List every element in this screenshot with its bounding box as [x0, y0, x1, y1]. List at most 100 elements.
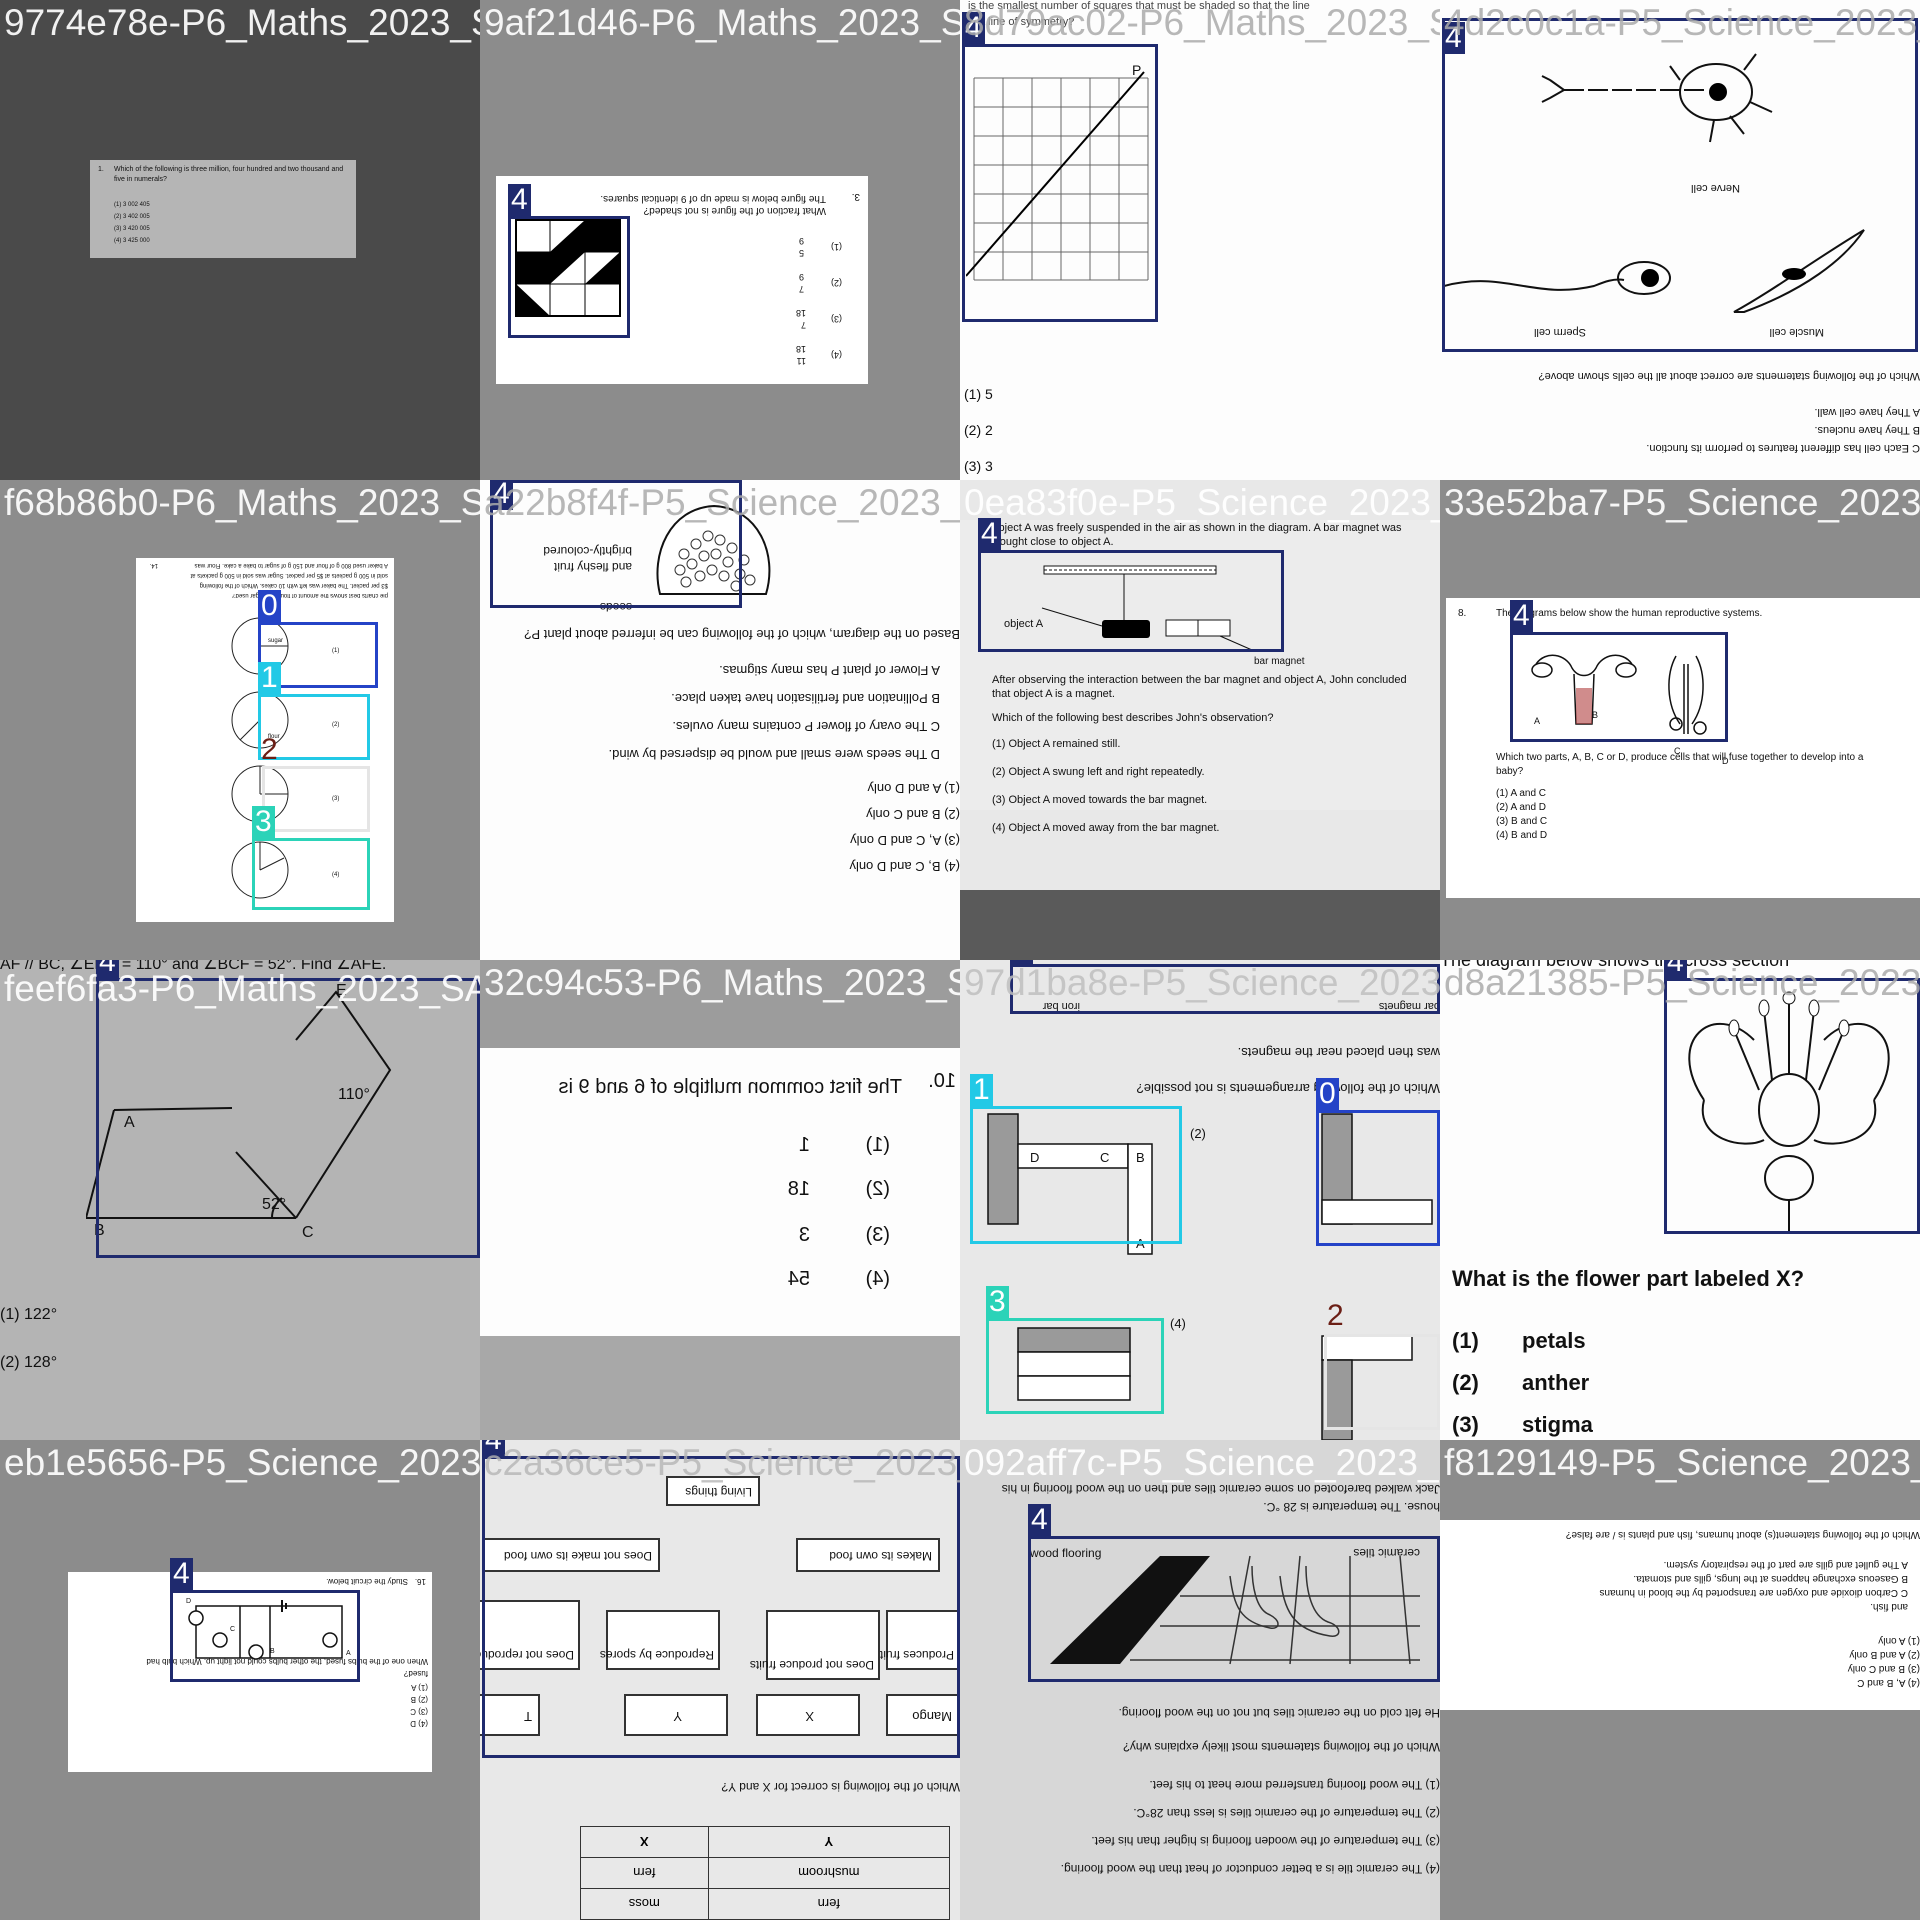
detection-box [1316, 1110, 1440, 1246]
tile-id: 9af21d46-P6_Maths_2023_SA2 [484, 2, 960, 43]
answer-table: fern moss mushroom fern YX [580, 1824, 950, 1920]
tile-id: 33e52ba7-P5_Science_2023_SA2 [1444, 482, 1920, 523]
option: (3) 3 [964, 458, 993, 474]
question-stem: What is the flower part labeled X? [1452, 1266, 1805, 1291]
detection-box [986, 1318, 1164, 1414]
tile-science-classification: c2a36ce5-P5_Science_2023_SA2 Living thin… [480, 1440, 960, 1920]
option: (2) 128° [0, 1354, 58, 1371]
option: (1) 5 [964, 386, 993, 402]
question-stem: is the smallest number of squares that m… [968, 0, 1310, 12]
margin-strip [480, 960, 960, 1048]
detection-label: 4 [508, 184, 531, 216]
tile-id: 0ea83f0e-P5_Science_2023_SA2 [964, 482, 1440, 523]
option: stigma [1522, 1412, 1593, 1437]
image-mosaic: 9774e78e-P6_Maths_2023_SA2_Raffles_Girls… [0, 0, 1920, 1920]
tile-science-reproductive: 33e52ba7-P5_Science_2023_SA2 8. The diag… [1440, 480, 1920, 960]
detection-label: 2 [1327, 1299, 1344, 1332]
statement: C The ovary of flower P contains many ov… [672, 719, 940, 734]
detection-label: 4 [1442, 22, 1465, 54]
option: (2) 3 402 005 [114, 214, 150, 220]
detection-box [508, 216, 630, 338]
detection-box [1010, 964, 1440, 1014]
detection-label: 4 [482, 1440, 505, 1456]
tile-id: eb1e5656-P5_Science_2023_SA2 [4, 1442, 480, 1483]
question-text-flipped: was then placed near the magnets. Which … [960, 1034, 1441, 1104]
statement: D The seeds were small and would be disp… [608, 747, 940, 762]
option: (4) The ceramic tile is a better conduct… [1060, 1862, 1440, 1876]
detection-label: 4 [170, 1558, 193, 1590]
option: (4) B and D [1496, 830, 1548, 841]
option: B They have nucleus. [1814, 424, 1920, 436]
diagram-label: bar magnet [1254, 656, 1305, 667]
observation: After observing the interaction between … [992, 674, 1407, 686]
question-stem: The diagrams below show the human reprod… [1496, 608, 1763, 619]
question-text-flipped: Which of the following statements are co… [1450, 362, 1920, 462]
tile-science-magnet: 0ea83f0e-P5_Science_2023_SA2 Object A wa… [960, 480, 1440, 960]
option-number: (4) [1170, 1316, 1186, 1331]
question-text: Which of the following is correct for X … [721, 1780, 960, 1794]
tile-science-respiration: f8129149-P5_Science_2023_SA2 Which of th… [1440, 1440, 1920, 1920]
question-text: baby? [1496, 766, 1524, 777]
option-number: (2) [1190, 1126, 1206, 1141]
option: (2) 2 [964, 422, 993, 438]
detection-label: 0 [258, 590, 281, 622]
question-stem: The figure below is made up of 9 identic… [600, 193, 826, 204]
tile-science-cells: 4d2c0c1a-P5_Science_2023_SA2 Nerve cell … [1440, 0, 1920, 480]
option: (3) B and C only [1847, 1663, 1920, 1674]
question-stem: five in numerals? [114, 176, 167, 183]
statement: B Pollination and fertilisation have tak… [671, 691, 940, 706]
detection-label: 3 [252, 806, 275, 838]
option: (3) A, C and D only [850, 833, 960, 848]
tile-science-circuit: eb1e5656-P5_Science_2023_SA2 16. Study t… [0, 1440, 480, 1920]
detection-box [978, 550, 1284, 652]
part-label: C [1674, 746, 1681, 756]
tile-maths-angles: feef6fa3-P6_Maths_2023_SA2 AF // BC, ∠ED… [0, 960, 480, 1440]
option: 18 [787, 1178, 810, 1200]
question-stem: What fraction of the figure is not shade… [643, 205, 826, 216]
detection-box [482, 1456, 960, 1758]
statement: B Gaseous exchange happens at the lungs,… [1633, 1573, 1908, 1584]
tile-science-heat: 092aff7c-P5_Science_2023_SA2 Jack walked… [960, 1440, 1440, 1920]
detection-label: 4 [1664, 960, 1687, 978]
statement: A The gullet and gills are part of the r… [1663, 1559, 1908, 1570]
option: (2) Object A swung left and right repeat… [992, 766, 1205, 778]
statement: and fish. [1870, 1601, 1908, 1612]
question-stem: Based on the diagram, which of the follo… [524, 627, 960, 642]
option: (1) 122° [0, 1306, 58, 1323]
tile-id: f8129149-P5_Science_2023_SA2 [1444, 1442, 1920, 1483]
margin-strip [960, 890, 1440, 960]
detection-box [962, 44, 1158, 322]
question-number: 10. [928, 1070, 956, 1092]
detection-label: 1 [970, 1074, 993, 1106]
detection-label: 4 [96, 960, 119, 978]
option: (3) The temperature of the wooden floori… [1091, 1834, 1440, 1848]
detection-box [1510, 632, 1728, 742]
question-text-flipped: He felt cold on the ceramic tiles but no… [960, 1696, 1440, 1920]
question-text: Which of the following statements most l… [1123, 1740, 1440, 1754]
option: (1) Object A remained still. [992, 738, 1121, 750]
question-text: Which of the following best describes Jo… [992, 712, 1274, 724]
question-stem: Which of the following statements are co… [1538, 370, 1920, 382]
detection-label: 4 [1510, 600, 1533, 632]
tile-science-fruit: a22b8f4f-P5_Science_2023_SA2 brightly-co… [480, 480, 960, 960]
question-stem: house. The temperature is 28 °C. [1263, 1500, 1440, 1514]
detection-box [1664, 978, 1920, 1234]
option: 1 [798, 1134, 810, 1156]
option: A They have cell wall. [1814, 406, 1920, 418]
margin-strip [480, 1336, 960, 1440]
observation: He felt cold on the ceramic tiles but no… [1118, 1706, 1440, 1720]
option: (3) B and C [1496, 816, 1548, 827]
detection-label: 4 [1028, 1504, 1051, 1536]
option: (4) A, B and C [1857, 1677, 1920, 1688]
question-stem: The first common multiple of 6 and 9 is [558, 1076, 902, 1098]
detection-label: 4 [978, 518, 1001, 550]
question-stem: Object A was freely suspended in the air… [990, 522, 1402, 534]
question-text-mirrored: 10. The first common multiple of 6 and 9… [558, 1070, 956, 1290]
tile-science-bar-magnets: 97d1ba8e-P5_Science_2023_SA2 iron bar ba… [960, 960, 1440, 1440]
part-label: D [1722, 756, 1729, 766]
question-number: 8. [1458, 608, 1467, 619]
option: 3 [798, 1224, 810, 1246]
option: (4) B, C and D only [849, 859, 960, 874]
detection-box [170, 1590, 360, 1682]
option: anther [1522, 1370, 1590, 1395]
